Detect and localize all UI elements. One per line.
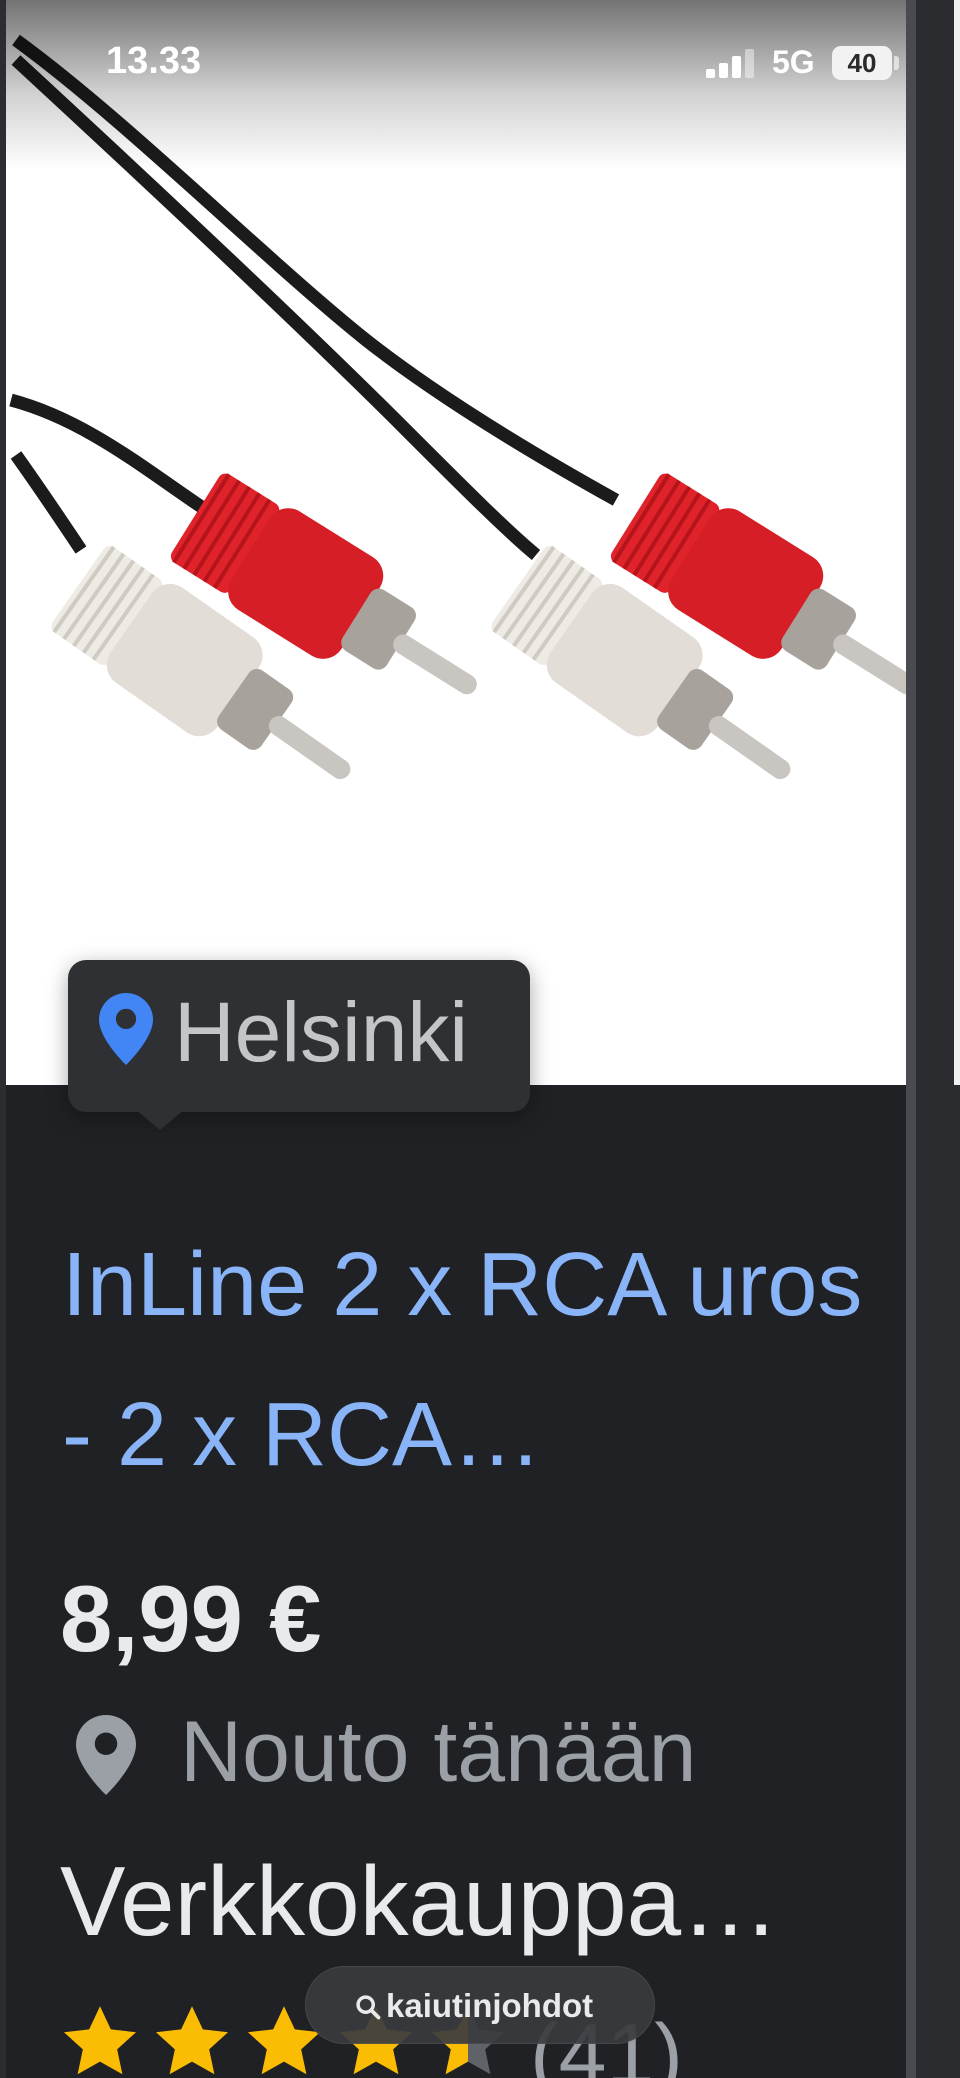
product-image[interactable] <box>6 0 906 1085</box>
product-title-link[interactable]: InLine 2 x RCA uros - 2 x RCA… <box>62 1210 882 1510</box>
battery-tip <box>894 56 899 70</box>
search-chip-label: kaiutinjohdot <box>386 1987 594 2024</box>
product-price: 8,99 € <box>60 1566 322 1671</box>
product-card[interactable]: 13.33 5G 40 Helsinki InLine 2 x RCA uros… <box>6 0 906 2078</box>
screen: 13.33 5G 40 Helsinki InLine 2 x RCA uros… <box>0 0 960 2078</box>
network-type: 5G <box>772 44 815 80</box>
status-time: 13.33 <box>106 40 202 82</box>
star-full-icon <box>155 2006 229 2075</box>
location-label: Helsinki <box>174 985 469 1079</box>
cellular-signal-icon <box>706 48 758 78</box>
search-icon <box>356 1995 381 2020</box>
card-divider <box>906 0 916 2078</box>
map-pin-icon <box>99 993 153 1065</box>
battery-icon: 40 <box>832 46 892 80</box>
search-suggestion-chip[interactable]: kaiutinjohdot <box>305 1966 655 2044</box>
pickup-availability: Nouto tänään <box>180 1704 697 1800</box>
next-product-card[interactable] <box>916 0 960 2078</box>
status-bar: 13.33 5G 40 <box>6 0 906 120</box>
next-product-image <box>954 0 960 1085</box>
star-full-icon <box>63 2006 137 2075</box>
location-pin-icon <box>76 1715 136 1795</box>
location-badge-pointer <box>134 1108 186 1130</box>
seller-name: Verkkokauppa… <box>60 1846 780 1956</box>
